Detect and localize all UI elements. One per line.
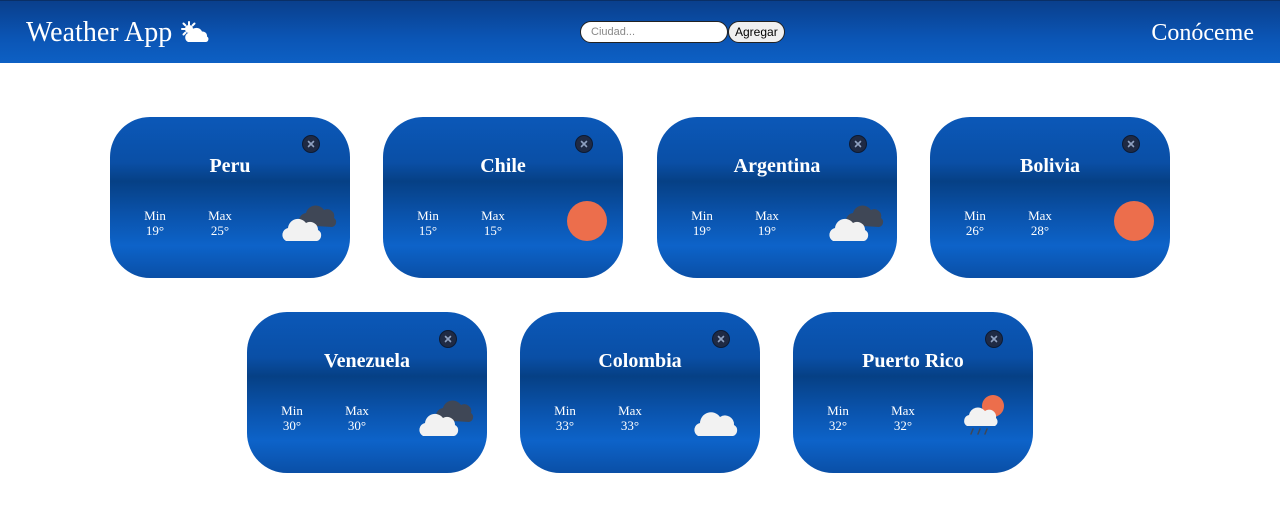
max-temp: Max 15° (481, 208, 505, 238)
city-card: Argentina Min 19° Max 19° (657, 117, 897, 278)
max-temp: Max 32° (891, 403, 915, 433)
city-card: Venezuela Min 30° Max 30° (247, 312, 487, 473)
city-card: Peru Min 19° Max 25° (110, 117, 350, 278)
city-name: Peru (209, 155, 251, 177)
min-temp: Min 30° (281, 403, 303, 433)
navbar: Weather App Agregar Conóceme (0, 0, 1280, 63)
city-name: Puerto Rico (862, 350, 964, 372)
partly-cloudy-dark-icon (823, 199, 885, 247)
city-card: Colombia Min 33° Max 33° (520, 312, 760, 473)
city-name: Venezuela (324, 350, 410, 372)
close-icon[interactable] (439, 330, 457, 348)
partly-cloudy-dark-icon (413, 394, 475, 442)
city-card: Puerto Rico Min 32° Max 32° (793, 312, 1033, 473)
min-temp: Min 33° (554, 403, 576, 433)
sun-icon (549, 199, 611, 247)
sun-icon (1096, 199, 1158, 247)
max-temp: Max 28° (1028, 208, 1052, 238)
app-title: Weather App (26, 17, 173, 48)
city-search-input[interactable] (580, 21, 728, 43)
city-name: Colombia (598, 350, 682, 372)
min-temp: Min 32° (827, 403, 849, 433)
about-me-link[interactable]: Conóceme (1151, 17, 1254, 49)
cloud-icon (686, 394, 748, 442)
max-temp: Max 25° (208, 208, 232, 238)
partly-cloudy-dark-icon (276, 199, 338, 247)
close-icon[interactable] (575, 135, 593, 153)
close-icon[interactable] (1122, 135, 1140, 153)
city-name: Argentina (733, 155, 821, 177)
close-icon[interactable] (985, 330, 1003, 348)
city-name: Bolivia (1019, 155, 1080, 177)
max-temp: Max 33° (618, 403, 642, 433)
rain-sun-icon (953, 394, 1015, 442)
add-city-button[interactable]: Agregar (728, 21, 785, 43)
search-bar: Agregar (580, 21, 785, 43)
max-temp: Max 30° (345, 403, 369, 433)
min-temp: Min 19° (144, 208, 166, 238)
city-card: Bolivia Min 26° Max 28° (930, 117, 1170, 278)
close-icon[interactable] (849, 135, 867, 153)
app-brand[interactable]: Weather App (26, 15, 210, 51)
max-temp: Max 19° (755, 208, 779, 238)
city-name: Chile (480, 155, 526, 177)
min-temp: Min 15° (417, 208, 439, 238)
close-icon[interactable] (712, 330, 730, 348)
close-icon[interactable] (302, 135, 320, 153)
min-temp: Min 26° (964, 208, 986, 238)
min-temp: Min 19° (691, 208, 713, 238)
sun-cloud-icon (180, 20, 210, 46)
city-card: Chile Min 15° Max 15° (383, 117, 623, 278)
